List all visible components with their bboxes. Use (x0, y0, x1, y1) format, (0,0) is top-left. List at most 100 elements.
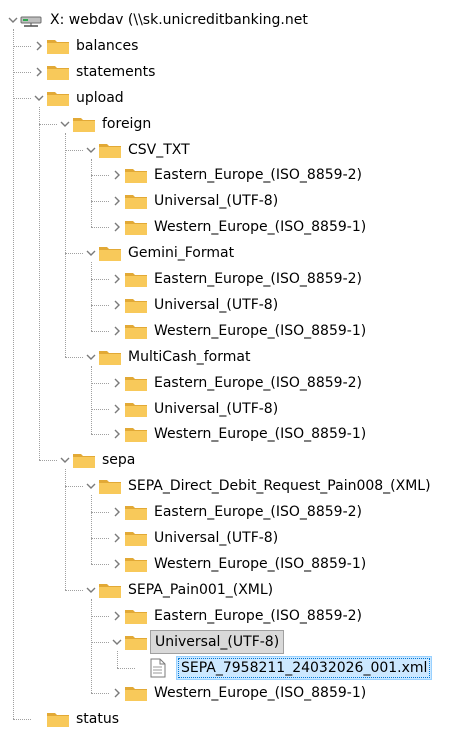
tree-item[interactable]: Western_Europe_(ISO_8859-1) (110, 552, 370, 576)
tree-connector (91, 693, 109, 694)
folder-icon (124, 165, 150, 185)
tree-connector (91, 642, 109, 643)
tree-item-label[interactable]: Eastern_Europe_(ISO_8859-2) (150, 501, 366, 523)
folder-icon (46, 36, 72, 56)
tree-item[interactable]: upload (32, 86, 128, 110)
tree-item-label[interactable]: Eastern_Europe_(ISO_8859-2) (150, 605, 366, 627)
chevron-down-icon[interactable] (6, 8, 20, 32)
tree-item[interactable]: Universal_(UTF-8) (110, 293, 282, 317)
tree-connector (91, 599, 92, 693)
tree-item[interactable]: Western_Europe_(ISO_8859-1) (110, 319, 370, 343)
file-item[interactable]: SEPA_7958211_24032026_001.xml (136, 656, 433, 680)
tree-item-label[interactable]: Eastern_Europe_(ISO_8859-2) (150, 372, 366, 394)
tree-item[interactable]: Western_Europe_(ISO_8859-1) (110, 215, 370, 239)
tree-connector (91, 512, 109, 513)
tree-item[interactable]: CSV_TXT (84, 138, 194, 162)
chevron-down-icon[interactable] (32, 86, 46, 110)
tree-item[interactable]: SEPA_Pain001_(XML) (84, 578, 277, 602)
tree-item-label[interactable]: SEPA_Pain001_(XML) (124, 579, 277, 601)
tree-item[interactable]: Universal_(UTF-8) (110, 189, 282, 213)
tree-item[interactable]: X: webdav (\\sk.unicreditbanking.net (6, 8, 312, 32)
tree-item-label[interactable]: SEPA_Direct_Debit_Request_Pain008_(XML) (124, 475, 435, 497)
chevron-down-icon[interactable] (58, 112, 72, 136)
chevron-right-icon[interactable] (32, 34, 46, 58)
tree-item[interactable]: Universal_(UTF-8) (110, 397, 282, 421)
tree-item-label[interactable]: SEPA_7958211_24032026_001.xml (176, 656, 433, 680)
tree-item[interactable]: Eastern_Europe_(ISO_8859-2) (110, 604, 366, 628)
tree-item-label[interactable]: upload (72, 87, 128, 109)
folder-icon (98, 476, 124, 496)
folder-icon (124, 321, 150, 341)
folder-icon (46, 709, 72, 729)
chevron-right-icon[interactable] (110, 371, 124, 395)
chevron-right-icon[interactable] (110, 293, 124, 317)
chevron-right-icon[interactable] (110, 526, 124, 550)
tree-item[interactable]: Eastern_Europe_(ISO_8859-2) (110, 500, 366, 524)
xml-file-icon (150, 658, 176, 678)
tree-item-label[interactable]: Western_Europe_(ISO_8859-1) (150, 553, 370, 575)
tree-item[interactable]: Universal_(UTF-8) (110, 526, 282, 550)
chevron-right-icon[interactable] (110, 397, 124, 421)
tree-connector (39, 107, 40, 460)
tree-item-label[interactable]: Western_Europe_(ISO_8859-1) (150, 320, 370, 342)
tree-item-label[interactable]: statements (72, 61, 159, 83)
tree-item-label[interactable]: Universal_(UTF-8) (150, 398, 282, 420)
chevron-right-icon[interactable] (110, 319, 124, 343)
tree-item[interactable]: balances (32, 34, 142, 58)
tree-connector (91, 201, 109, 202)
chevron-right-icon[interactable] (110, 500, 124, 524)
chevron-down-icon[interactable] (58, 448, 72, 472)
tree-item-label[interactable]: Eastern_Europe_(ISO_8859-2) (150, 164, 366, 186)
chevron-right-icon[interactable] (110, 267, 124, 291)
tree-item-label[interactable]: Eastern_Europe_(ISO_8859-2) (150, 268, 366, 290)
tree-connector (13, 72, 31, 73)
tree-item-label[interactable]: Universal_(UTF-8) (150, 527, 282, 549)
tree-item[interactable]: Eastern_Europe_(ISO_8859-2) (110, 371, 366, 395)
tree-item-label[interactable]: MultiCash_format (124, 346, 254, 368)
tree-item-label[interactable]: X: webdav (\\sk.unicreditbanking.net (46, 9, 312, 31)
tree-item[interactable]: SEPA_Direct_Debit_Request_Pain008_(XML) (84, 474, 435, 498)
chevron-right-icon[interactable] (32, 60, 46, 84)
chevron-down-icon[interactable] (110, 630, 124, 654)
tree-item-label[interactable]: Western_Europe_(ISO_8859-1) (150, 682, 370, 704)
chevron-down-icon[interactable] (84, 345, 98, 369)
tree-item-label[interactable]: Western_Europe_(ISO_8859-1) (150, 423, 370, 445)
chevron-placeholder (32, 707, 46, 731)
tree-item[interactable]: Gemini_Format (84, 241, 238, 265)
tree-item[interactable]: Western_Europe_(ISO_8859-1) (110, 681, 370, 705)
tree-item-label[interactable]: foreign (98, 113, 155, 135)
tree-connector (13, 29, 14, 719)
tree-item-label[interactable]: balances (72, 35, 142, 57)
chevron-right-icon[interactable] (110, 189, 124, 213)
tree-item-label[interactable]: sepa (98, 449, 139, 471)
tree-item[interactable]: Eastern_Europe_(ISO_8859-2) (110, 163, 366, 187)
tree-item[interactable]: statements (32, 60, 159, 84)
tree-item-label[interactable]: Gemini_Format (124, 242, 238, 264)
tree-item-label[interactable]: Universal_(UTF-8) (150, 294, 282, 316)
tree-item[interactable]: Universal_(UTF-8) (110, 630, 285, 654)
network-drive-icon (20, 10, 46, 30)
chevron-right-icon[interactable] (110, 604, 124, 628)
tree-item[interactable]: Western_Europe_(ISO_8859-1) (110, 422, 370, 446)
chevron-down-icon[interactable] (84, 241, 98, 265)
chevron-down-icon[interactable] (84, 474, 98, 498)
tree-item-label[interactable]: CSV_TXT (124, 139, 194, 161)
tree-item-label[interactable]: Universal_(UTF-8) (150, 190, 282, 212)
chevron-right-icon[interactable] (110, 681, 124, 705)
chevron-right-icon[interactable] (110, 215, 124, 239)
tree-connector (91, 564, 109, 565)
chevron-down-icon[interactable] (84, 578, 98, 602)
chevron-right-icon[interactable] (110, 163, 124, 187)
chevron-right-icon[interactable] (110, 422, 124, 446)
tree-item[interactable]: status (32, 707, 123, 731)
tree-item[interactable]: foreign (58, 112, 155, 136)
tree-connector (13, 98, 31, 99)
tree-item-label[interactable]: Universal_(UTF-8) (150, 630, 285, 654)
chevron-down-icon[interactable] (84, 138, 98, 162)
chevron-right-icon[interactable] (110, 552, 124, 576)
tree-item-label[interactable]: Western_Europe_(ISO_8859-1) (150, 216, 370, 238)
tree-connector (91, 616, 109, 617)
tree-item[interactable]: sepa (58, 448, 139, 472)
tree-item[interactable]: Eastern_Europe_(ISO_8859-2) (110, 267, 366, 291)
tree-item[interactable]: MultiCash_format (84, 345, 254, 369)
